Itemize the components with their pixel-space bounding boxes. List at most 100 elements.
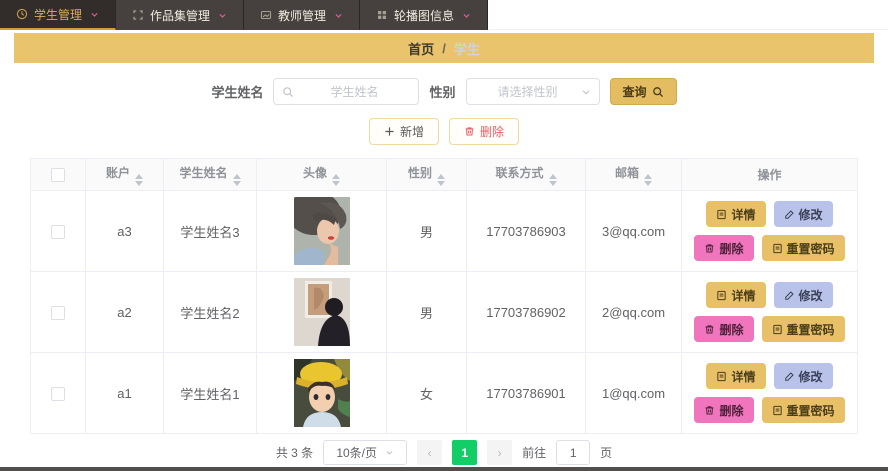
goto-label: 前往: [522, 446, 547, 460]
nav-item-label: 作品集管理: [150, 8, 211, 23]
edit-button-label: 修改: [798, 207, 823, 222]
detail-button-label: 详情: [731, 369, 756, 384]
cell-gender: 男: [386, 190, 467, 272]
pencil-icon: [784, 290, 794, 300]
cell-gender: 女: [386, 352, 467, 434]
breadcrumb-current: 学生: [453, 41, 480, 57]
pagination: 共 3 条 10条/页 ‹ 1 › 前往 页: [0, 440, 888, 465]
header-label: 头像: [302, 165, 327, 180]
row-delete-button[interactable]: 删除: [694, 316, 754, 342]
student-name-input-box: [273, 78, 420, 105]
header-avatar[interactable]: 头像: [256, 158, 387, 191]
detail-button[interactable]: 详情: [706, 363, 766, 389]
avatar-image: [293, 278, 350, 346]
student-name-label: 学生姓名: [211, 85, 264, 100]
row-delete-button[interactable]: 删除: [694, 235, 754, 261]
header-contact[interactable]: 联系方式: [466, 158, 586, 191]
chevron-down-icon: [462, 11, 471, 20]
nav-item-student-management[interactable]: 学生管理: [0, 0, 117, 30]
detail-button[interactable]: 详情: [706, 282, 766, 308]
header-label: 操作: [757, 168, 782, 182]
plus-icon: [385, 127, 394, 136]
cell-email: 3@qq.com: [585, 190, 682, 272]
prev-page-button[interactable]: ‹: [417, 440, 443, 465]
reset-password-label: 重置密码: [786, 241, 835, 256]
breadcrumb-home-link[interactable]: 首页: [408, 39, 434, 58]
header-label: 联系方式: [495, 165, 544, 180]
add-button-label: 新增: [399, 125, 424, 139]
edit-button-label: 修改: [798, 369, 823, 384]
cell-email: 1@qq.com: [585, 352, 682, 434]
page-size-value: 10条/页: [336, 446, 377, 460]
edit-button-label: 修改: [798, 288, 823, 303]
gender-select[interactable]: 请选择性别: [465, 78, 600, 105]
detail-button[interactable]: 详情: [706, 201, 766, 227]
row-delete-button[interactable]: 删除: [694, 397, 754, 423]
search-icon: [652, 86, 663, 97]
cell-name: 学生姓名2: [163, 271, 257, 353]
key-doc-icon: [772, 243, 782, 253]
goto-suffix: 页: [600, 446, 613, 460]
query-button-label: 查询: [622, 85, 647, 99]
reset-password-button[interactable]: 重置密码: [761, 316, 845, 342]
edit-button[interactable]: 修改: [773, 363, 833, 389]
row-checkbox[interactable]: [51, 224, 65, 239]
header-label: 学生姓名: [179, 165, 228, 180]
clock-icon: [16, 8, 28, 20]
sort-icon[interactable]: [135, 173, 143, 186]
reset-password-button[interactable]: 重置密码: [761, 397, 845, 423]
search-icon: [283, 86, 294, 97]
cell-name: 学生姓名1: [163, 352, 257, 434]
header-select-all: [30, 158, 86, 191]
gender-label: 性别: [429, 85, 456, 100]
row-checkbox[interactable]: [51, 305, 65, 320]
header-email[interactable]: 邮箱: [585, 158, 682, 191]
student-name-input[interactable]: [298, 84, 411, 99]
query-button[interactable]: 查询: [609, 78, 677, 105]
header-account[interactable]: 账户: [85, 158, 164, 191]
sort-icon[interactable]: [332, 173, 340, 186]
nav-item-teacher-management[interactable]: 教师管理: [244, 0, 361, 30]
header-label: 账户: [105, 165, 130, 180]
delete-button-label: 删除: [480, 125, 505, 139]
page-size-select[interactable]: 10条/页: [323, 440, 408, 465]
sort-icon[interactable]: [232, 173, 241, 186]
header-label: 邮箱: [614, 165, 639, 180]
total-count: 共 3 条: [275, 446, 314, 460]
add-button[interactable]: 新增: [368, 118, 439, 145]
image-icon: [260, 9, 272, 21]
sort-icon[interactable]: [644, 173, 652, 186]
sort-icon[interactable]: [437, 173, 445, 186]
goto-page-input[interactable]: [556, 440, 591, 465]
avatar-image: [293, 359, 350, 427]
table-row: a2 学生姓名2 男 17703786902 2@qq.com 详情 修改 删除…: [30, 271, 858, 353]
trash-icon: [706, 324, 714, 333]
header-gender[interactable]: 性别: [386, 158, 467, 191]
edit-button[interactable]: 修改: [773, 282, 833, 308]
cell-account: a3: [85, 190, 164, 272]
reset-password-button[interactable]: 重置密码: [761, 235, 845, 261]
cell-gender: 男: [386, 271, 467, 353]
sort-icon[interactable]: [548, 173, 557, 186]
cell-email: 2@qq.com: [585, 271, 682, 353]
current-page-button[interactable]: 1: [452, 440, 478, 465]
header-student-name[interactable]: 学生姓名: [163, 158, 257, 191]
scan-icon: [132, 9, 144, 21]
edit-button[interactable]: 修改: [773, 201, 833, 227]
pencil-icon: [784, 209, 794, 219]
header-operation: 操作: [681, 158, 858, 191]
nav-item-carousel-info[interactable]: 轮播图信息: [360, 0, 489, 30]
row-checkbox[interactable]: [51, 386, 65, 401]
breadcrumb: 首页 / 学生: [14, 33, 874, 63]
delete-button[interactable]: 删除: [449, 118, 520, 145]
pencil-icon: [784, 371, 794, 381]
document-icon: [717, 290, 727, 300]
cell-account: a2: [85, 271, 164, 353]
nav-item-label: 学生管理: [34, 7, 83, 22]
row-delete-button-label: 删除: [719, 241, 744, 256]
select-all-checkbox[interactable]: [51, 167, 65, 182]
chevron-down-icon: [581, 87, 591, 97]
nav-item-portfolio-management[interactable]: 作品集管理: [116, 0, 245, 30]
row-operations: 详情 修改 删除 重置密码: [682, 197, 857, 265]
next-page-button[interactable]: ›: [487, 440, 513, 465]
